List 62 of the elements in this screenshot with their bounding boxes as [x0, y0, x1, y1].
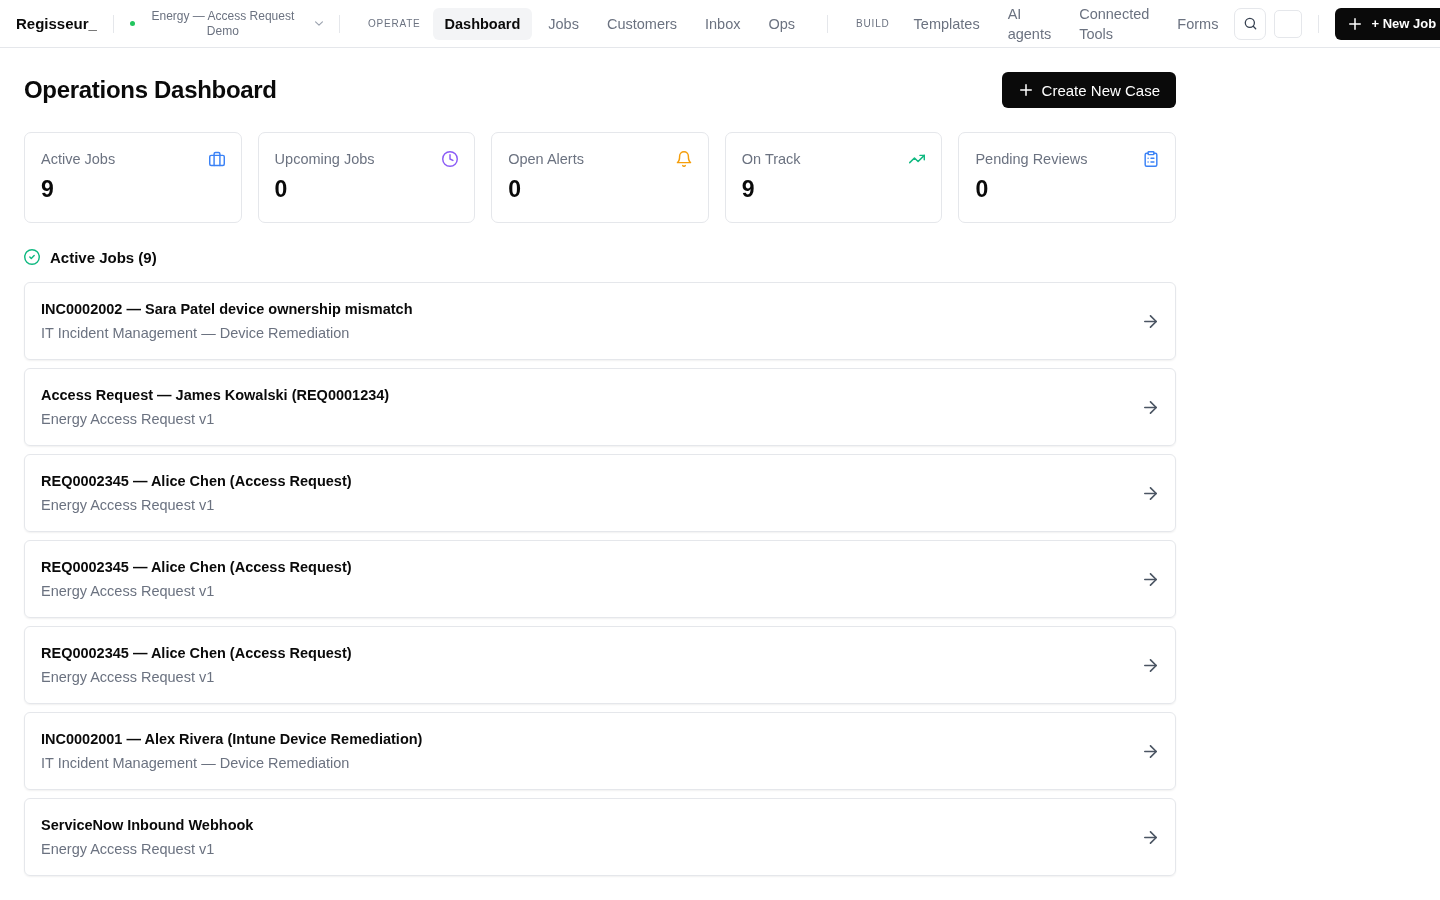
job-card[interactable]: REQ0002345 — Alice Chen (Access Request) Energy Access Request v1: [24, 540, 1176, 618]
job-title: REQ0002345 — Alice Chen (Access Request): [41, 558, 352, 577]
search-icon: [1243, 17, 1257, 30]
arrow-right-icon: [1144, 572, 1157, 586]
nav-tab[interactable]: Ops: [756, 7, 808, 40]
section-heading: Active Jobs (9): [50, 248, 157, 266]
plus-icon: [1349, 17, 1362, 30]
job-title: INC0002002 — Sara Patel device ownership mismatch: [41, 300, 413, 319]
stat-label: Open Alerts: [508, 151, 584, 167]
nav-section-label: BUILD: [856, 18, 890, 29]
job-card[interactable]: Access Request — James Kowalski (REQ0001234) Energy Access Request v1: [24, 368, 1176, 446]
job-title: ServiceNow Inbound Webhook: [41, 816, 254, 835]
job-card[interactable]: REQ0002345 — Alice Chen (Access Request) Energy Access Request v1: [24, 626, 1176, 704]
nav-tab[interactable]: Jobs: [536, 7, 591, 40]
job-card[interactable]: ServiceNow Inbound Webhook Energy Access Request v1: [24, 798, 1176, 876]
workspace-selector[interactable]: Energy — Access Request Demo: [129, 8, 323, 39]
stat-label: Active Jobs: [41, 151, 116, 167]
page-title: Operations Dashboard: [24, 76, 277, 104]
job-title: REQ0002345 — Alice Chen (Access Request): [41, 472, 352, 491]
job-subtitle: Energy Access Request v1: [41, 668, 216, 687]
new-job-button[interactable]: + New Job: [1335, 7, 1440, 40]
chevron-down-icon: [314, 21, 323, 26]
stat-value: 9: [41, 175, 55, 203]
nav-tab[interactable]: Connected Tools: [1067, 0, 1162, 48]
stat-label: Pending Reviews: [975, 151, 1088, 167]
job-card[interactable]: REQ0002345 — Alice Chen (Access Request) Energy Access Request v1: [24, 454, 1176, 532]
stat-value: 9: [741, 175, 756, 203]
stat-label: On Track: [741, 151, 801, 167]
job-subtitle: Energy Access Request v1: [41, 496, 216, 515]
arrow-right-icon: [1144, 314, 1157, 328]
status-dot-icon: [129, 21, 135, 26]
plus-icon: [1019, 84, 1032, 96]
brand-name: Regisseur_: [16, 15, 97, 32]
job-subtitle: Energy Access Request v1: [41, 582, 216, 601]
nav-tab[interactable]: AI agents: [995, 0, 1064, 48]
nav-tab[interactable]: Templates: [901, 7, 992, 40]
arrow-right-icon: [1144, 400, 1157, 414]
stat-value: 0: [508, 175, 522, 203]
job-card[interactable]: INC0002002 — Sara Patel device ownership mismatch IT Incident Management — Device Remediation: [24, 282, 1176, 360]
job-card[interactable]: INC0002001 — Alex Rivera (Intune Device Remediation) IT Incident Management — Device Remediation: [24, 712, 1176, 790]
arrow-right-icon: [1144, 486, 1157, 500]
create-case-button[interactable]: Create New Case: [1001, 72, 1176, 108]
nav-tab[interactable]: Customers: [594, 7, 690, 40]
stat-value: 0: [274, 175, 289, 203]
job-subtitle: IT Incident Management — Device Remediation: [41, 324, 351, 343]
arrow-right-icon: [1144, 744, 1157, 758]
nav-tab[interactable]: Forms: [1165, 7, 1231, 40]
check-circle-icon: [24, 249, 40, 265]
job-title: Access Request — James Kowalski (REQ0001234): [41, 386, 390, 405]
job-title: REQ0002345 — Alice Chen (Access Request): [41, 644, 352, 663]
job-subtitle: Energy Access Request v1: [41, 410, 216, 429]
stat-value: 0: [975, 175, 990, 203]
nav-section-label: OPERATE: [367, 18, 421, 29]
job-subtitle: IT Incident Management — Device Remediation: [41, 754, 351, 773]
stat-label: Upcoming Jobs: [274, 151, 375, 167]
arrow-right-icon: [1144, 658, 1157, 672]
search-button[interactable]: [1234, 7, 1267, 40]
job-subtitle: Energy Access Request v1: [41, 840, 216, 859]
nav-tab[interactable]: Inbox: [693, 7, 753, 40]
job-title: INC0002001 — Alex Rivera (Intune Device Remediation): [41, 730, 423, 749]
nav-tab[interactable]: Dashboard: [432, 7, 533, 40]
arrow-right-icon: [1144, 830, 1157, 844]
